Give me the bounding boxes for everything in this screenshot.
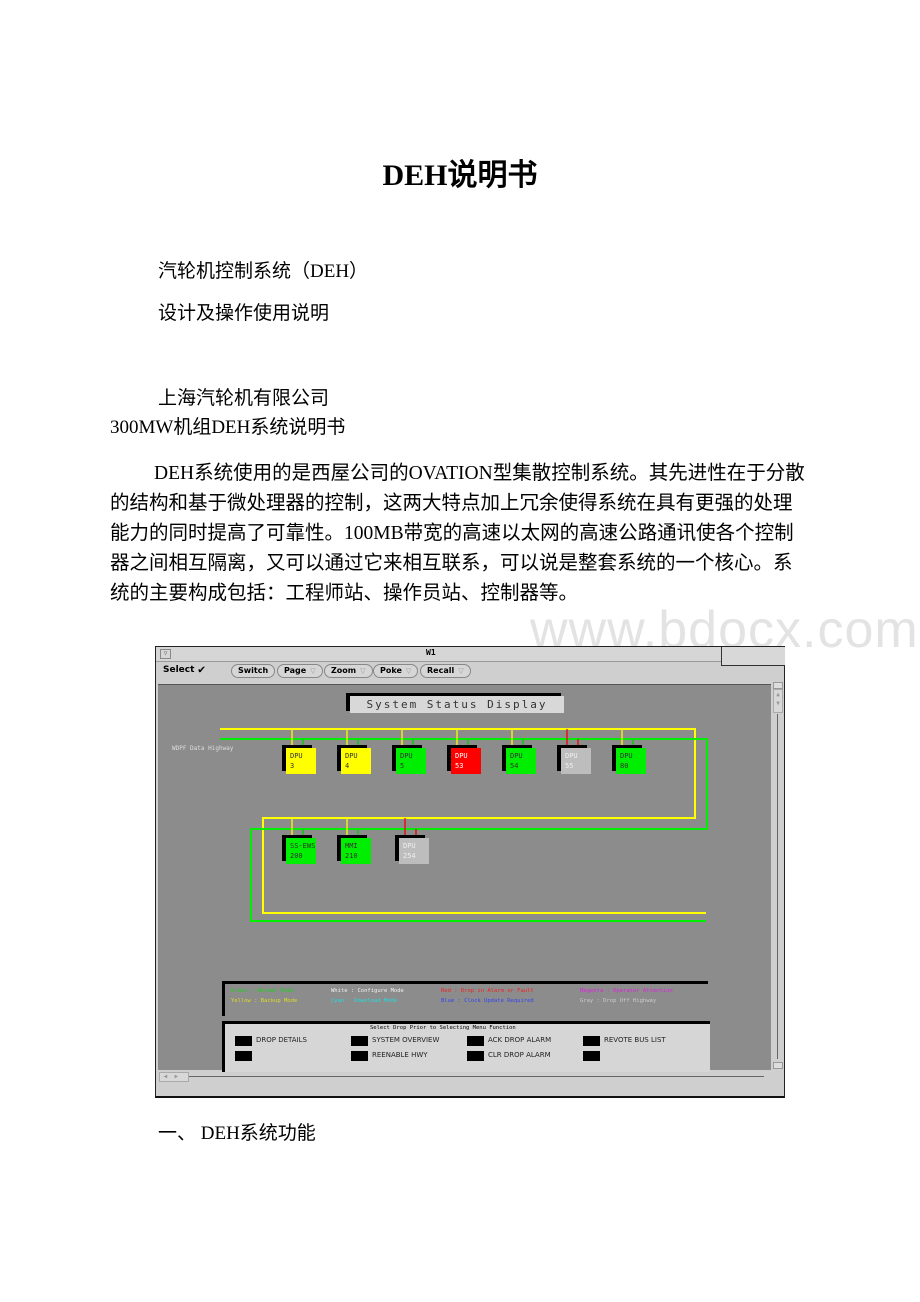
menu-function-button[interactable] xyxy=(351,1051,368,1061)
drop-4[interactable]: DPU 4 xyxy=(337,745,371,774)
menu-function-label[interactable]: SYSTEM OVERVIEW xyxy=(372,1036,439,1044)
drop-200[interactable]: SS-EWS 200 xyxy=(282,835,316,864)
menu-function-button[interactable] xyxy=(235,1036,252,1046)
window-title: W1 xyxy=(426,648,436,657)
horizontal-scrollbar[interactable]: ◀ ▶ xyxy=(159,1072,769,1082)
vertical-scrollbar[interactable]: ▲ ▼ xyxy=(772,682,783,1072)
section-heading: 一、 DEH系统功能 xyxy=(158,1123,316,1144)
checkmark-icon[interactable]: ✔ xyxy=(198,662,205,676)
scroll-left-right-arrows[interactable]: ◀ ▶ xyxy=(159,1072,189,1082)
scroll-track[interactable] xyxy=(777,714,778,1059)
drop-face: DPU 55 xyxy=(561,748,591,774)
drop-80[interactable]: DPU 80 xyxy=(612,745,646,774)
legend-entry: White : Configure Mode xyxy=(331,988,404,994)
subtitle-line-2: 设计及操作使用说明 xyxy=(158,303,330,324)
document-title: DEH说明书 xyxy=(382,159,538,192)
select-label: Select xyxy=(163,665,195,675)
manual-name: 300MW机组DEH系统说明书 xyxy=(110,417,346,438)
legend-entry: Blue : Clock Update Required xyxy=(441,998,534,1004)
status-canvas: System Status Display WDPF Data Highway … xyxy=(158,684,771,1072)
drop-face: DPU 53 xyxy=(451,748,481,774)
scroll-top-cap[interactable] xyxy=(773,682,783,689)
drop-face: DPU 54 xyxy=(506,748,536,774)
zoom-label: Zoom xyxy=(331,666,357,675)
page-label: Page xyxy=(284,666,307,675)
drop-55[interactable]: DPU 55 xyxy=(557,745,591,774)
legend-entry: Yellow : Backup Mode xyxy=(231,998,298,1004)
company-name: 上海汽轮机有限公司 xyxy=(158,388,330,409)
window-menu-button[interactable]: ▽ xyxy=(160,649,171,659)
menu-header: Select Drop Prior to Selecting Menu Func… xyxy=(370,1025,516,1031)
legend-entry: Green : Normal Mode xyxy=(231,988,294,994)
recall-menu-button[interactable]: Recall ▽ xyxy=(420,664,471,678)
menu-function-button[interactable] xyxy=(583,1051,600,1061)
drop-face: MMI 210 xyxy=(341,838,371,864)
legend-entry: Gray : Drop Off Highway xyxy=(580,998,657,1004)
menu-function-label[interactable]: CLR DROP ALARM xyxy=(488,1051,551,1059)
menu-function-label[interactable]: ACK DROP ALARM xyxy=(488,1036,551,1044)
scroll-bottom-cap[interactable] xyxy=(773,1062,783,1069)
drop-face: DPU 80 xyxy=(616,748,646,774)
drop-5[interactable]: DPU 5 xyxy=(392,745,426,774)
title-bar: ▽ W1 xyxy=(156,647,721,662)
drop-54[interactable]: DPU 54 xyxy=(502,745,536,774)
recall-label: Recall xyxy=(427,666,455,675)
menu-function-label[interactable]: REENABLE HWY xyxy=(372,1051,428,1059)
drop-254[interactable]: DPU 254 xyxy=(395,835,429,864)
switch-label: Switch xyxy=(238,666,269,675)
scroll-arrows[interactable]: ▲ ▼ xyxy=(773,689,783,713)
poke-menu-button[interactable]: Poke ▽ xyxy=(373,664,419,678)
menu-function-button[interactable] xyxy=(235,1051,252,1061)
subtitle-line-1: 汽轮机控制系统（DEH） xyxy=(158,261,369,282)
menu-function-label[interactable]: REVOTE BUS LIST xyxy=(604,1036,666,1044)
drop-210[interactable]: MMI 210 xyxy=(337,835,371,864)
system-status-window: ▽ W1 Select ✔ Switch Page ▽ Zoom ▽ Poke ▽ R… xyxy=(155,646,785,1098)
dropdown-triangle-icon: ▽ xyxy=(360,667,366,675)
drop-face: DPU 3 xyxy=(286,748,316,774)
switch-button[interactable]: Switch xyxy=(231,664,276,678)
highway-label: WDPF Data Highway xyxy=(172,745,234,752)
drop-face: SS-EWS 200 xyxy=(286,838,316,864)
poke-label: Poke xyxy=(380,666,402,675)
drop-face: DPU 5 xyxy=(396,748,426,774)
menu-function-button[interactable] xyxy=(467,1051,484,1061)
legend-entry: Magenta : Operator Attention xyxy=(580,988,673,994)
color-legend: Green : Normal Mode White : Configure Mod… xyxy=(222,981,708,1016)
zoom-menu-button[interactable]: Zoom ▽ xyxy=(324,664,373,678)
menu-function-button[interactable] xyxy=(583,1036,600,1046)
drop-face: DPU 4 xyxy=(341,748,371,774)
menu-function-button[interactable] xyxy=(351,1036,368,1046)
menu-function-button[interactable] xyxy=(467,1036,484,1046)
drop-face: DPU 254 xyxy=(399,838,429,864)
dropdown-triangle-icon: ▽ xyxy=(458,667,464,675)
legend-entry: Red : Drop in Alarm or Fault xyxy=(441,988,534,994)
legend-entry: Cyan : Download Mode xyxy=(331,998,398,1004)
toolbar: Select ✔ Switch Page ▽ Zoom ▽ Poke ▽ Recall… xyxy=(156,662,784,680)
drop-3[interactable]: DPU 3 xyxy=(282,745,316,774)
hscroll-track[interactable] xyxy=(189,1076,764,1077)
intro-paragraph: DEH系统使用的是西屋公司的OVATION型集散控制系统。其先进性在于分散的结构… xyxy=(110,463,805,604)
dropdown-triangle-icon: ▽ xyxy=(405,667,412,675)
page-menu-button[interactable]: Page ▽ xyxy=(277,664,323,678)
dropdown-triangle-icon: ▽ xyxy=(310,667,316,675)
menu-function-panel: Select Drop Prior to Selecting Menu Func… xyxy=(222,1021,710,1072)
menu-function-label[interactable]: DROP DETAILS xyxy=(256,1036,307,1044)
drop-53[interactable]: DPU 53 xyxy=(447,745,481,774)
